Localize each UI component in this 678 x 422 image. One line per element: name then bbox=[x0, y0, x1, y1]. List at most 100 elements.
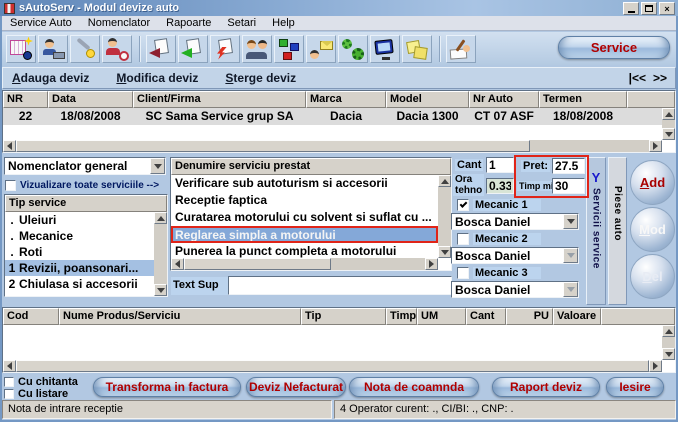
doc-arrow-green-icon[interactable] bbox=[178, 35, 208, 63]
menu-setari[interactable]: Setari bbox=[219, 17, 264, 29]
col-filler bbox=[601, 308, 675, 325]
colored-squares-icon[interactable] bbox=[274, 35, 304, 63]
del-button[interactable]: Del bbox=[630, 254, 675, 299]
minimize-button[interactable] bbox=[623, 2, 639, 15]
wrench-bulb-icon[interactable] bbox=[70, 35, 100, 63]
add-button[interactable]: Add bbox=[630, 160, 675, 205]
gears-icon[interactable] bbox=[338, 35, 368, 63]
deviz-table: NR Data Client/Firma Marca Model Nr Auto… bbox=[2, 90, 676, 153]
menu-service-auto[interactable]: Service Auto bbox=[2, 17, 80, 29]
service-item[interactable]: Curatarea motorului cu solvent si suflat… bbox=[171, 209, 438, 226]
service-item[interactable]: Receptie faptica bbox=[171, 192, 438, 209]
mecanic1-label: Mecanic 1 bbox=[473, 199, 541, 211]
sticky-notes-icon[interactable] bbox=[402, 35, 432, 63]
servicii-hscrollbar[interactable] bbox=[171, 258, 438, 270]
deviz-nefacturat-button[interactable]: Deviz Nefacturat bbox=[246, 377, 346, 397]
tab-servicii-label: Servicii service bbox=[591, 188, 602, 269]
deviz-hscrollbar[interactable] bbox=[3, 140, 662, 152]
menu-nomenclator[interactable]: Nomenclator bbox=[80, 17, 158, 29]
nav-next-button[interactable]: >> bbox=[653, 71, 667, 85]
cell-termen: 18/08/2008 bbox=[539, 108, 627, 125]
monitor-icon[interactable] bbox=[370, 35, 400, 63]
chevron-down-icon[interactable] bbox=[150, 158, 165, 174]
app-icon bbox=[4, 3, 15, 14]
mecanic2-label: Mecanic 2 bbox=[473, 233, 541, 245]
pret-input[interactable] bbox=[552, 158, 585, 174]
vizualizare-checkbox[interactable] bbox=[5, 180, 16, 191]
two-people-icon[interactable] bbox=[242, 35, 272, 63]
nav-first-button[interactable]: |<< bbox=[629, 71, 646, 85]
ora-tehno-label: Oratehno bbox=[453, 174, 484, 196]
doc-arrow-red-icon[interactable] bbox=[146, 35, 176, 63]
cell-data: 18/08/2008 bbox=[48, 108, 133, 125]
tip-service-header: Tip service bbox=[5, 195, 167, 212]
text-sup-label: Text Sup bbox=[171, 277, 228, 295]
cell-model: Dacia 1300 bbox=[386, 108, 469, 125]
cu-chitanta-checkbox[interactable] bbox=[4, 377, 14, 387]
mod-button[interactable]: Mod bbox=[630, 207, 675, 252]
col-cod: Cod bbox=[3, 308, 59, 325]
col-marca: Marca bbox=[306, 91, 386, 108]
signature-icon[interactable] bbox=[446, 35, 476, 63]
list-item[interactable]: 2Chiulasa si accesorii bbox=[5, 276, 154, 292]
cu-listare-checkbox[interactable] bbox=[4, 389, 14, 399]
list-item-selected[interactable]: 1Revizii, poansonari... bbox=[5, 260, 154, 276]
deviz-row[interactable]: 22 18/08/2008 SC Sama Service grup SA Da… bbox=[3, 108, 675, 125]
transforma-in-factura-button[interactable]: Transforma in factura bbox=[93, 377, 241, 397]
menu-rapoarte[interactable]: Rapoarte bbox=[158, 17, 219, 29]
iesire-button[interactable]: Iesire bbox=[606, 377, 664, 397]
mecanic2-checkbox[interactable] bbox=[457, 233, 469, 245]
title-bar: sAutoServ - Modul devize auto bbox=[0, 0, 678, 16]
mecanic3-checkbox[interactable] bbox=[457, 267, 469, 279]
mecanic3-dropdown[interactable]: Bosca Daniel bbox=[451, 281, 579, 298]
tip-service-vscrollbar[interactable] bbox=[154, 212, 167, 296]
chevron-down-icon[interactable] bbox=[563, 214, 578, 229]
action-bar: Adauga deviz Modifica deviz Sterge deviz… bbox=[2, 67, 676, 89]
menu-help[interactable]: Help bbox=[264, 17, 303, 29]
deviz-table-header: NR Data Client/Firma Marca Model Nr Auto… bbox=[3, 91, 675, 108]
deviz-vscrollbar[interactable] bbox=[662, 108, 675, 140]
sterge-deviz-button[interactable]: Sterge deviz bbox=[225, 71, 296, 85]
produse-hscrollbar[interactable] bbox=[3, 360, 662, 372]
tab-servicii-service[interactable]: Y Servicii service bbox=[586, 157, 606, 305]
maximize-button[interactable] bbox=[641, 2, 657, 15]
produse-vscrollbar[interactable] bbox=[662, 325, 675, 360]
list-item[interactable]: .Roti bbox=[5, 244, 154, 260]
service-item-selected[interactable]: Reglarea simpla a motorului bbox=[171, 226, 438, 243]
tab-piese-label: Piese auto bbox=[612, 186, 623, 241]
cant-input[interactable] bbox=[486, 157, 514, 173]
service-button[interactable]: Service bbox=[558, 36, 670, 59]
produse-table-header: Cod Nume Produs/Serviciu Tip Timp UM Can… bbox=[3, 308, 675, 325]
mecanic1-dropdown[interactable]: Bosca Daniel bbox=[451, 213, 579, 230]
nomenclator-dropdown[interactable]: Nomenclator general bbox=[4, 157, 166, 175]
nota-de-comanda-button[interactable]: Nota de coamnda bbox=[349, 377, 479, 397]
cell-nr: 22 bbox=[3, 108, 48, 125]
person-truck-icon[interactable] bbox=[38, 35, 68, 63]
raport-deviz-button[interactable]: Raport deviz bbox=[492, 377, 600, 397]
toolbar-separator bbox=[139, 36, 141, 62]
chevron-down-icon[interactable] bbox=[563, 248, 578, 263]
mecanic2-dropdown[interactable]: Bosca Daniel bbox=[451, 247, 579, 264]
doc-lightning-icon[interactable] bbox=[210, 35, 240, 63]
tab-piese-auto[interactable]: Piese auto bbox=[608, 157, 627, 305]
adauga-deviz-button[interactable]: Adauga deviz bbox=[12, 71, 89, 85]
ora-tehno-input[interactable] bbox=[486, 178, 514, 194]
text-sup-input[interactable] bbox=[228, 276, 452, 295]
status-left: Nota de intrare receptie bbox=[2, 400, 332, 419]
col-nr-auto: Nr Auto bbox=[469, 91, 539, 108]
modifica-deviz-button[interactable]: Modifica deviz bbox=[116, 71, 198, 85]
service-item[interactable]: Verificare sub autoturism si accesorii bbox=[171, 175, 438, 192]
timp-min-input[interactable] bbox=[552, 178, 585, 194]
list-item[interactable]: .Mecanice bbox=[5, 228, 154, 244]
chevron-down-icon[interactable] bbox=[563, 282, 578, 297]
y-arrow-icon: Y bbox=[587, 170, 605, 185]
mecanic1-checkbox[interactable] bbox=[457, 199, 469, 211]
person-mail-icon[interactable] bbox=[306, 35, 336, 63]
person-clock-icon[interactable] bbox=[102, 35, 132, 63]
close-button[interactable]: × bbox=[659, 2, 675, 15]
checkmark-icon bbox=[460, 200, 468, 208]
col-nr: NR bbox=[3, 91, 48, 108]
servicii-vscrollbar[interactable] bbox=[438, 175, 451, 258]
calendar-clock-icon[interactable] bbox=[6, 35, 36, 63]
list-item[interactable]: .Uleiuri bbox=[5, 212, 154, 228]
